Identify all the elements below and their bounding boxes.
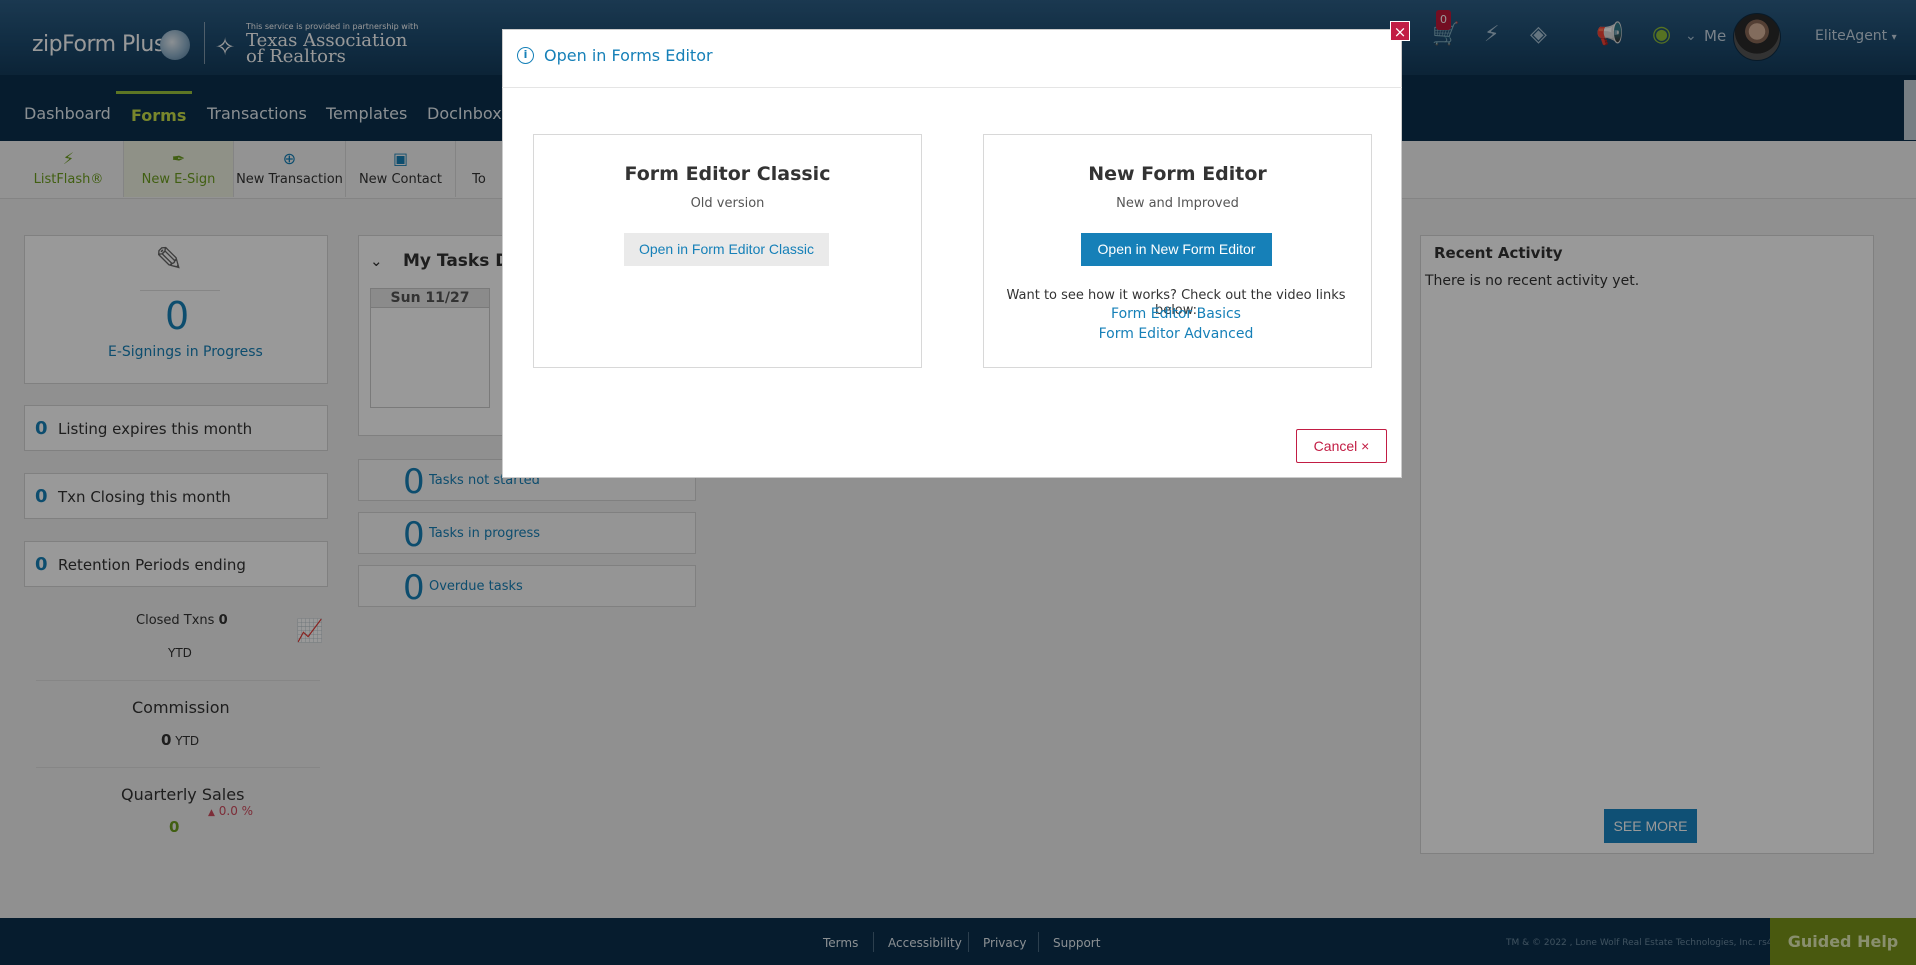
modal-title: Open in Forms Editor — [544, 46, 713, 65]
new-editor-title: New Form Editor — [1088, 163, 1267, 185]
cancel-button[interactable]: Cancel × — [1296, 429, 1387, 463]
open-new-editor-button[interactable]: Open in New Form Editor — [1081, 233, 1272, 266]
classic-editor-subtitle: Old version — [690, 196, 765, 211]
modal-header-divider — [502, 87, 1402, 88]
form-editor-advanced-link[interactable]: Form Editor Advanced — [985, 326, 1367, 342]
form-editor-basics-link[interactable]: Form Editor Basics — [985, 306, 1367, 322]
new-editor-subtitle: New and Improved — [1116, 196, 1239, 211]
classic-editor-title: Form Editor Classic — [624, 163, 831, 185]
open-classic-editor-button[interactable]: Open in Form Editor Classic — [624, 233, 829, 266]
info-icon: i — [517, 47, 534, 64]
modal-close-icon[interactable]: × — [1390, 21, 1410, 41]
